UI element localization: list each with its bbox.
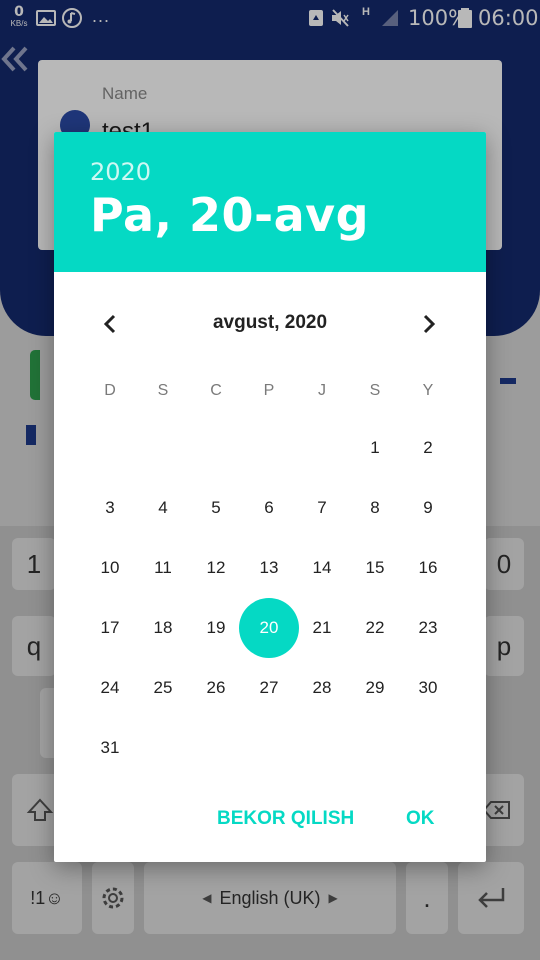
weekday-label: P <box>263 382 275 399</box>
date-picker-header: 2020 Pa, 20-avg <box>54 132 486 272</box>
calendar-day[interactable]: 15 <box>355 548 395 588</box>
weekday-label: Y <box>422 382 434 399</box>
calendar-day[interactable]: 12 <box>196 548 236 588</box>
calendar-day[interactable]: 25 <box>143 668 183 708</box>
calendar-day[interactable]: 5 <box>196 488 236 528</box>
weekday-label: S <box>369 382 381 399</box>
next-month-button[interactable] <box>409 304 449 344</box>
weekday-label: D <box>104 382 116 399</box>
weekday-label: S <box>157 382 169 399</box>
calendar-day[interactable]: 13 <box>249 548 289 588</box>
calendar-day[interactable]: 6 <box>249 488 289 528</box>
calendar-day[interactable]: 7 <box>302 488 342 528</box>
chevron-right-icon <box>423 314 436 334</box>
calendar-day[interactable]: 17 <box>90 608 130 648</box>
calendar-day[interactable]: 8 <box>355 488 395 528</box>
weekday-label: C <box>210 382 222 399</box>
calendar-day[interactable]: 29 <box>355 668 395 708</box>
calendar-day-selected[interactable]: 20 <box>239 598 299 658</box>
cancel-button[interactable]: BEKOR QILISH <box>217 808 354 830</box>
calendar-day[interactable]: 26 <box>196 668 236 708</box>
date-picker-dialog: 2020 Pa, 20-avg avgust, 2020 DSCPJSY 123… <box>54 132 486 862</box>
calendar-day[interactable]: 4 <box>143 488 183 528</box>
calendar-day[interactable]: 16 <box>408 548 448 588</box>
calendar-day[interactable]: 21 <box>302 608 342 648</box>
ok-button[interactable]: OK <box>406 808 435 830</box>
weekday-label: J <box>318 382 326 399</box>
calendar-day[interactable]: 24 <box>90 668 130 708</box>
calendar-day[interactable]: 30 <box>408 668 448 708</box>
calendar-day[interactable]: 2 <box>408 428 448 468</box>
calendar-day[interactable]: 22 <box>355 608 395 648</box>
selected-date[interactable]: Pa, 20-avg <box>90 188 369 242</box>
calendar-day[interactable]: 11 <box>143 548 183 588</box>
calendar-day[interactable]: 27 <box>249 668 289 708</box>
month-navigation: avgust, 2020 <box>54 304 486 344</box>
calendar-day[interactable]: 31 <box>90 728 130 768</box>
calendar-day[interactable]: 9 <box>408 488 448 528</box>
calendar-day[interactable]: 1 <box>355 428 395 468</box>
calendar-day[interactable]: 14 <box>302 548 342 588</box>
calendar-day[interactable]: 18 <box>143 608 183 648</box>
calendar-day[interactable]: 28 <box>302 668 342 708</box>
selected-year[interactable]: 2020 <box>90 158 151 186</box>
calendar-day[interactable]: 3 <box>90 488 130 528</box>
calendar-day[interactable]: 10 <box>90 548 130 588</box>
calendar-day[interactable]: 19 <box>196 608 236 648</box>
calendar-day[interactable]: 23 <box>408 608 448 648</box>
